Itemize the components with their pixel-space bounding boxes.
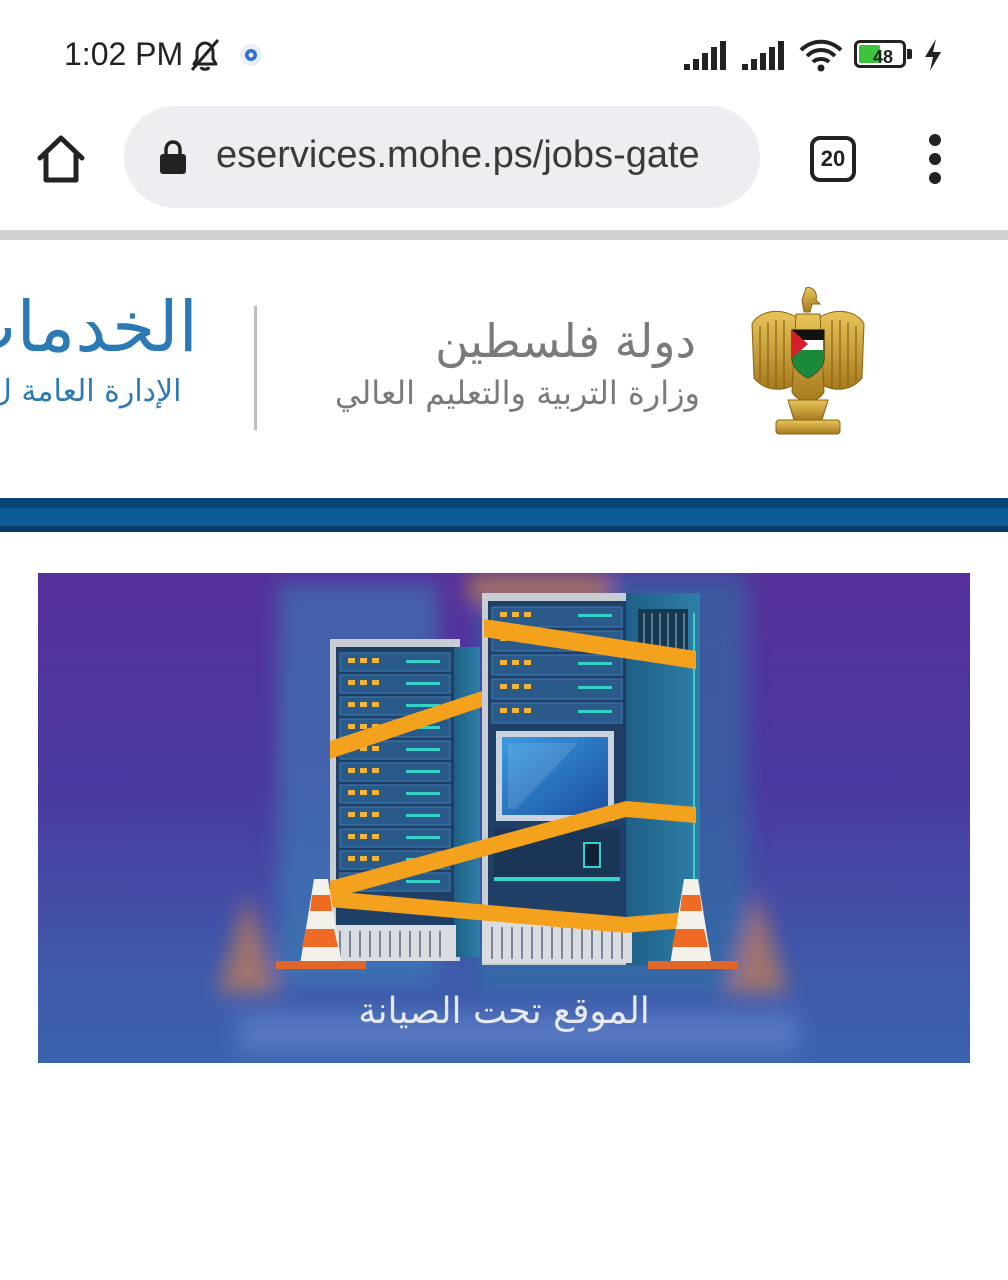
maintenance-illustration	[218, 573, 798, 1053]
palestine-eagle-emblem[interactable]	[748, 282, 868, 442]
toolbar-divider	[0, 230, 1008, 240]
more-vert-icon[interactable]	[922, 134, 950, 184]
signal-icon	[684, 41, 726, 70]
header-blue-bar	[0, 498, 1008, 532]
state-name: دولة فلسطين	[435, 314, 696, 368]
gear-icon	[240, 44, 262, 66]
url-text[interactable]: eservices.mohe.ps/jobs-gate	[216, 134, 700, 177]
status-time: 1:02 PM	[64, 36, 184, 72]
wifi-icon	[799, 39, 843, 72]
battery-icon: 48	[854, 40, 916, 70]
lock-icon[interactable]	[158, 140, 188, 176]
services-title[interactable]: الخدمات	[0, 286, 198, 368]
status-bar: 1:02 PM 48	[0, 0, 1008, 104]
ministry-name: وزارة التربية والتعليم العالي	[334, 374, 700, 412]
tabs-button[interactable]: 20	[810, 136, 856, 182]
bell-off-icon	[190, 39, 220, 71]
charging-bolt-icon	[925, 39, 941, 71]
maintenance-text: الموقع تحت الصيانة	[358, 991, 650, 1032]
site-header: الخدمات الإدارة العامة ل دولة فلسطين وزا…	[0, 240, 1008, 498]
address-bar[interactable]: eservices.mohe.ps/jobs-gate	[124, 106, 760, 208]
battery-level: 48	[872, 47, 894, 67]
services-subtitle: الإدارة العامة ل	[0, 374, 182, 409]
header-divider	[254, 306, 257, 430]
signal-icon	[742, 41, 784, 70]
home-icon[interactable]	[32, 130, 90, 188]
maintenance-banner: الموقع تحت الصيانة	[38, 573, 970, 1063]
browser-toolbar: eservices.mohe.ps/jobs-gate 20	[0, 104, 1008, 230]
